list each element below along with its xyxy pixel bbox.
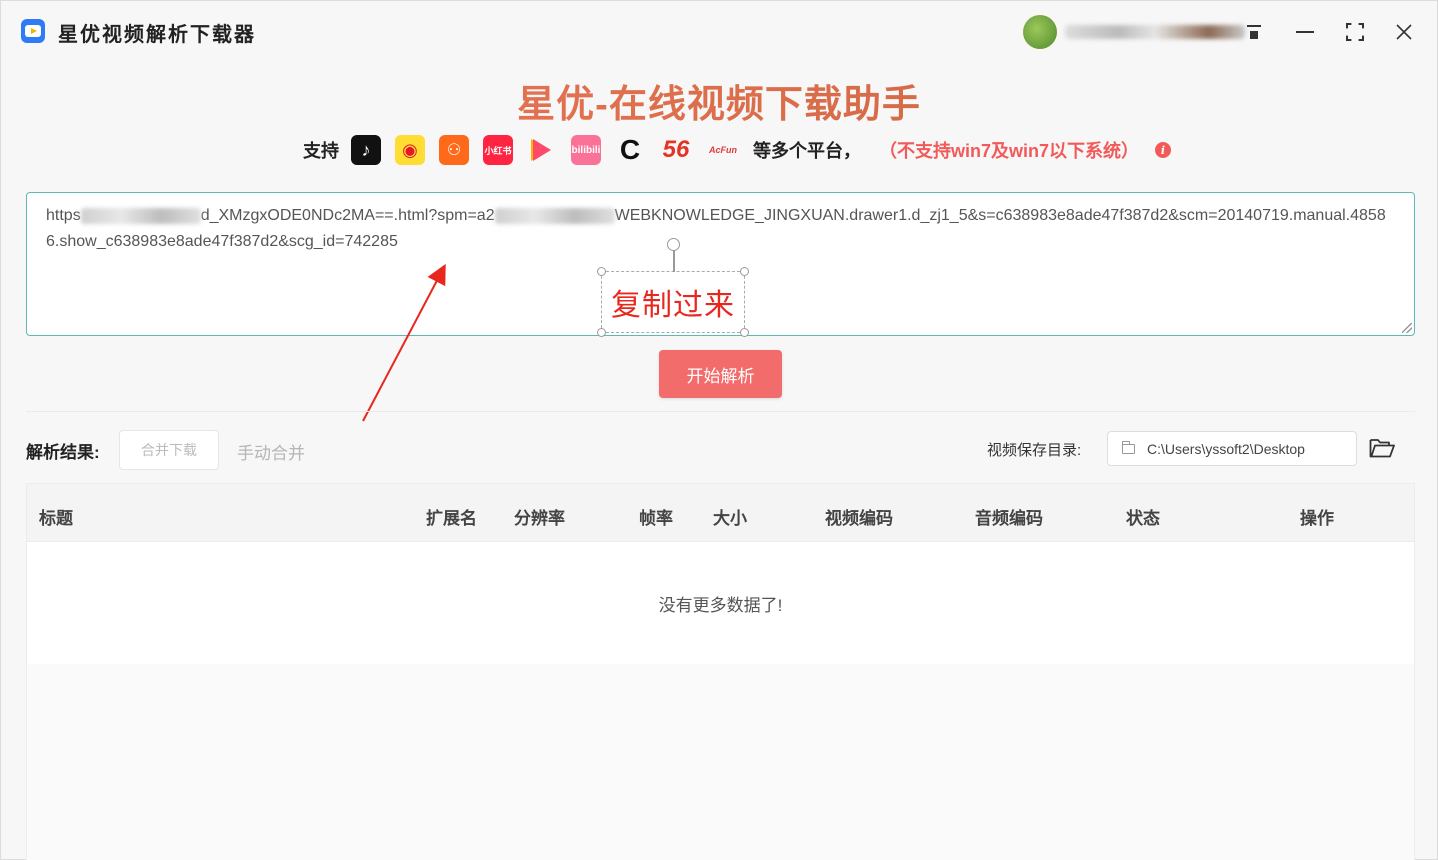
annotation-arrow — [362, 263, 446, 422]
result-label: 解析结果: — [26, 443, 100, 462]
column-header-framerate: 帧率 — [639, 509, 673, 528]
info-icon[interactable]: i — [1155, 142, 1172, 158]
url-blurred-segment — [80, 207, 201, 224]
avatar[interactable] — [1023, 15, 1057, 49]
close-button[interactable] — [1387, 15, 1421, 49]
column-header-title: 标题 — [39, 509, 73, 528]
annotation-textbox[interactable]: 复制过来 — [597, 238, 749, 337]
resize-handle[interactable] — [597, 328, 606, 337]
resize-handle[interactable] — [740, 267, 749, 276]
support-label: 支持 — [303, 141, 339, 161]
resize-handle[interactable] — [597, 267, 606, 276]
xiaohongshu-icon: 小红书 — [483, 135, 513, 165]
minimize-button[interactable] — [1288, 15, 1322, 49]
acfun-icon: AcFun — [709, 145, 737, 155]
column-header-audio-codec: 音频编码 — [975, 509, 1043, 528]
app-logo-icon — [21, 19, 45, 43]
column-header-resolution: 分辨率 — [514, 509, 565, 528]
hero-title: 星优-在线视频下载助手 — [1, 73, 1437, 128]
close-icon — [1396, 24, 1412, 40]
user-account[interactable] — [1023, 15, 1245, 49]
platforms-suffix: 等多个平台， — [753, 141, 861, 161]
start-parse-button[interactable]: 开始解析 — [659, 350, 782, 398]
column-header-video-codec: 视频编码 — [825, 509, 893, 528]
column-header-extension: 扩展名 — [426, 509, 477, 528]
annotation-text: 复制过来 — [611, 289, 735, 322]
title-bar: 星优视频解析下载器 — [1, 1, 1437, 61]
resize-handle[interactable] — [740, 328, 749, 337]
douyin-icon: ♪ — [351, 135, 381, 165]
column-header-status: 状态 — [1126, 509, 1160, 528]
platforms-warning: （不支持win7及win7以下系统） — [879, 141, 1140, 161]
bilibili-icon: bilibili — [571, 135, 601, 165]
resize-grip[interactable] — [1402, 323, 1412, 333]
cctv-icon: C — [619, 135, 641, 165]
app-title: 星优视频解析下载器 — [58, 24, 256, 46]
rotate-handle[interactable] — [667, 238, 680, 251]
save-dir-input[interactable]: C:\Users\yssoft2\Desktop — [1107, 431, 1357, 466]
supported-platforms: 支持 ♪ ◉ ⚇ 小红书 bilibili C 56 AcFun 等多个平台， … — [303, 134, 1172, 166]
video-play-icon — [527, 135, 557, 165]
56-icon: 56 — [662, 136, 690, 163]
table-header: 标题 扩展名 分辨率 帧率 大小 视频编码 音频编码 状态 操作 — [27, 484, 1414, 542]
merge-download-button[interactable]: 合并下载 — [119, 430, 219, 470]
url-text-part2: d_XMzgxODE0NDc2MA==.html?spm=a2 — [200, 207, 495, 224]
column-header-size: 大小 — [713, 509, 747, 528]
pin-icon[interactable] — [1237, 15, 1271, 49]
folder-icon — [1122, 440, 1135, 454]
results-table: 标题 扩展名 分辨率 帧率 大小 视频编码 音频编码 状态 操作 没有更多数据了… — [26, 483, 1415, 860]
app-window: 星优视频解析下载器 星优-在线视频下载助手 支持 ♪ ◉ ⚇ 小红书 bilib… — [0, 0, 1438, 860]
kuaishou-icon: ⚇ — [439, 135, 469, 165]
table-empty-state: 没有更多数据了! — [27, 542, 1414, 664]
url-text-part1: https — [46, 207, 81, 224]
divider — [26, 411, 1415, 412]
save-dir-label: 视频保存目录: — [987, 442, 1082, 459]
manual-merge-link[interactable]: 手动合并 — [237, 439, 305, 464]
column-header-action: 操作 — [1300, 509, 1334, 528]
user-name-blurred — [1065, 25, 1245, 39]
weibo-icon: ◉ — [395, 135, 425, 165]
folder-open-icon[interactable] — [1369, 437, 1395, 459]
maximize-button[interactable] — [1338, 15, 1372, 49]
save-dir-value: C:\Users\yssoft2\Desktop — [1147, 440, 1305, 457]
url-blurred-segment — [494, 207, 615, 224]
